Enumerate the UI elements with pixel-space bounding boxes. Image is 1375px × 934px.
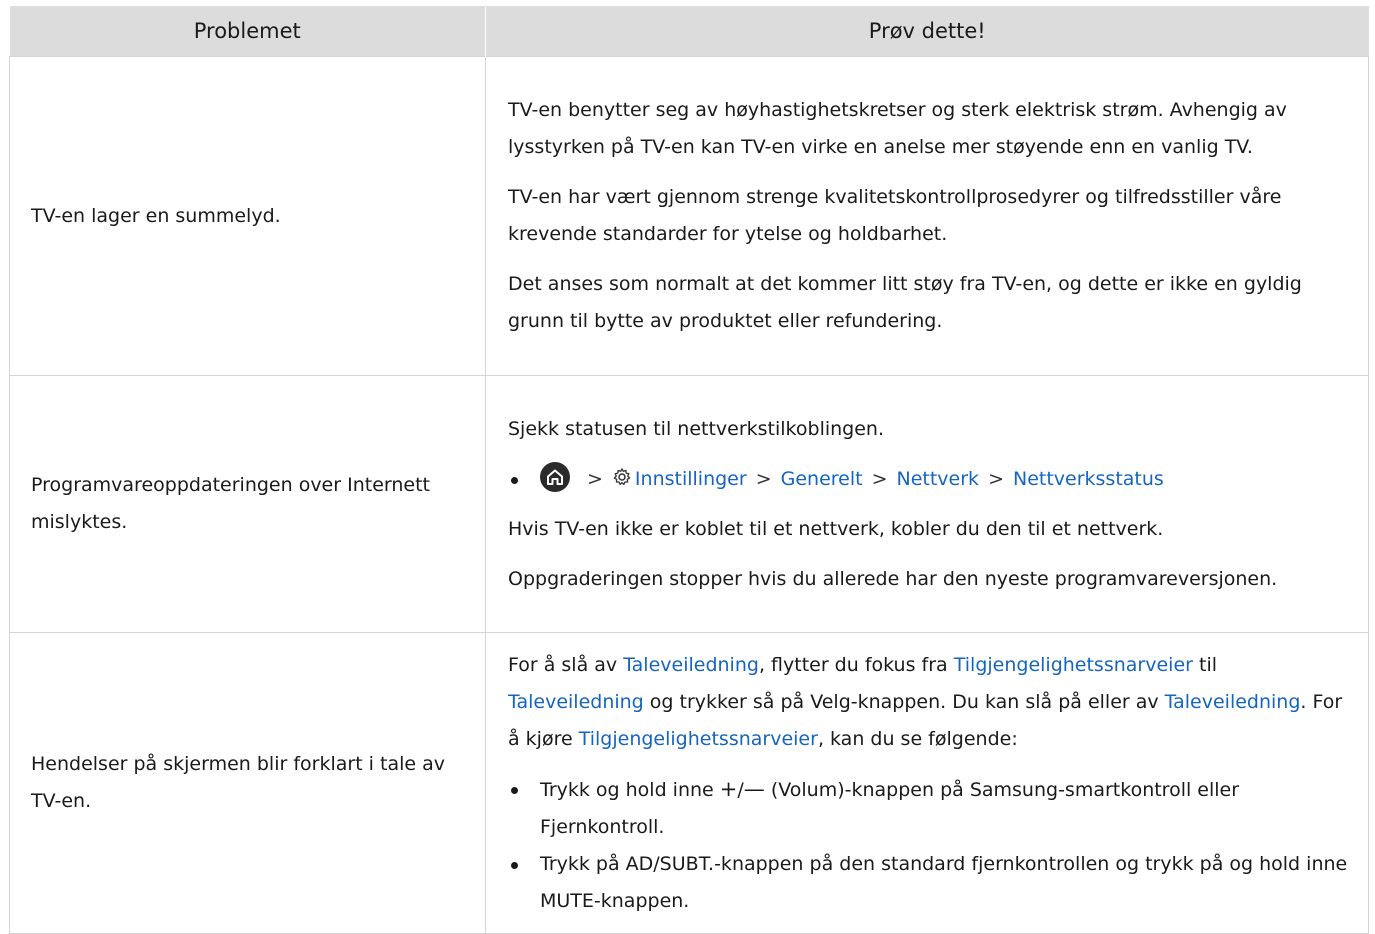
path-link-network[interactable]: Nettverk [897,468,980,490]
chevron-right-icon: > [988,467,1004,490]
table-row: Hendelser på skjermen blir forklart i ta… [9,632,1369,934]
menu-path: > Innstillinger > Generelt > Nettverk > Nettver… [508,461,1352,498]
intro-text: , kan du se følgende: [817,727,1018,750]
chevron-right-icon: > [755,467,772,490]
intro-text: For å slå av [508,653,624,676]
bullet-text: Trykk og hold inne [540,778,720,801]
chevron-right-icon: > [587,467,603,490]
accessibility-shortcuts-link[interactable]: Tilgjengelighetssnarveier [954,654,1193,676]
accessibility-shortcuts-link[interactable]: Tilgjengelighetssnarveier [579,728,818,750]
voice-guide-link[interactable]: Taleveiledning [1165,691,1301,713]
intro-text: til [1192,653,1217,676]
solution-cell: Sjekk statusen til nettverkstilkoblingen… [485,375,1369,633]
solution-paragraph: TV-en benytter seg av høyhastighetskrets… [508,99,1287,158]
solution-paragraph: Hvis TV-en ikke er koblet til et nettver… [508,517,1164,540]
table-row: TV-en lager en summelyd. TV-en benytter … [9,56,1369,376]
problem-cell: Programvareoppdateringen over Internett … [9,375,486,633]
solution-paragraph: For å slå av Taleveiledning, flytter du … [508,647,1352,758]
solution-paragraph: TV-en har vært gjennom strenge kvalitets… [508,186,1282,245]
menu-path-list: > Innstillinger > Generelt > Nettverk > Nettver… [508,461,1352,498]
header-try-this: Prøv dette! [485,6,1369,57]
voice-guide-link[interactable]: Taleveiledning [623,654,759,676]
home-icon [540,462,570,492]
troubleshooting-table: Problemet Prøv dette! TV-en lager en sum… [9,6,1369,934]
problem-cell: TV-en lager en summelyd. [9,56,486,376]
solution-paragraph: Det anses som normalt at det kommer litt… [508,273,1302,332]
voice-guide-link[interactable]: Taleveiledning [508,691,644,713]
solution-cell: TV-en benytter seg av høyhastighetskrets… [485,56,1369,376]
path-link-network-status[interactable]: Nettverksstatus [1013,468,1164,490]
plus-icon: + [719,776,738,801]
path-link-settings[interactable]: Innstillinger [635,468,747,490]
solution-paragraph: Sjekk statusen til nettverkstilkoblingen… [508,417,885,440]
table-row: Programvareoppdateringen over Internett … [9,375,1369,633]
header-problem: Problemet [9,6,486,57]
gear-icon [612,467,632,487]
minus-icon: — [743,776,765,801]
chevron-right-icon: > [871,467,888,490]
list-item: Trykk på AD/SUBT.-knappen på den standar… [508,846,1352,920]
bullet-list: Trykk og hold inne +/— (Volum)-knappen p… [508,771,1352,920]
solution-cell: For å slå av Taleveiledning, flytter du … [485,632,1369,934]
table-header-row: Problemet Prøv dette! [9,6,1369,57]
list-item: Trykk og hold inne +/— (Volum)-knappen p… [508,771,1352,846]
path-link-general[interactable]: Generelt [781,468,863,490]
intro-text: og trykker så på Velg-knappen. Du kan sl… [643,690,1165,713]
intro-text: , flytter du fokus fra [758,653,954,676]
solution-paragraph: Oppgraderingen stopper hvis du allerede … [508,567,1278,590]
problem-cell: Hendelser på skjermen blir forklart i ta… [9,632,486,934]
